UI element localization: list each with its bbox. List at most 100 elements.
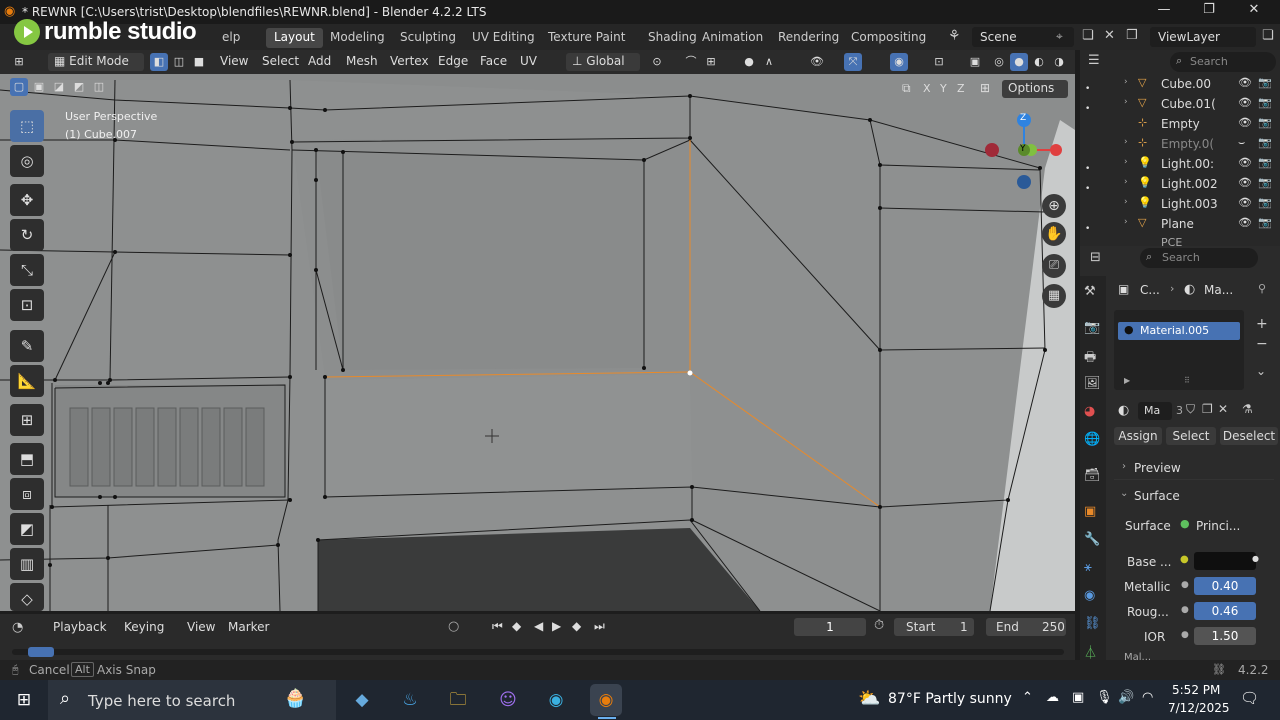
collection-tab-icon[interactable]: 🗃	[1084, 468, 1101, 483]
pan-hand-icon[interactable]: ✋	[1042, 222, 1066, 246]
new-viewlayer-icon[interactable]: ❏	[1262, 28, 1274, 43]
bevel-tool[interactable]: ◩	[10, 513, 44, 545]
mirror-icon[interactable]: ⧉	[902, 81, 911, 96]
copilot-icon[interactable]: ◆	[346, 684, 378, 716]
help-menu[interactable]: elp	[222, 30, 240, 44]
keying-menu[interactable]: Keying	[124, 620, 164, 634]
outliner-row[interactable]: › ▽ Cube.00 👁 📷	[1116, 74, 1278, 94]
expand-arrow-icon[interactable]: ›	[1124, 77, 1128, 87]
weather-text[interactable]: 87°F Partly sunny	[888, 691, 1012, 707]
data-tab-icon[interactable]: ⏃	[1084, 642, 1097, 661]
tab-texture-paint[interactable]: Texture Paint	[540, 28, 633, 48]
transform-tool[interactable]: ⊡	[10, 289, 44, 321]
assign-button[interactable]: Assign	[1114, 427, 1162, 445]
menu-vertex[interactable]: Vertex	[384, 53, 435, 71]
outliner-editor-icon[interactable]: ☰	[1088, 53, 1100, 68]
resize-handle-icon[interactable]: ⠿	[1184, 376, 1190, 385]
scene-tab-icon[interactable]: ◕	[1084, 404, 1095, 419]
axis-y-toggle[interactable]: Y	[940, 82, 947, 95]
ortho-grid-icon[interactable]: ▦	[1042, 284, 1066, 308]
fake-user-icon[interactable]: ⛉	[1186, 402, 1195, 417]
render-camera-icon[interactable]: 📷	[1258, 96, 1272, 109]
rendered-shading-icon[interactable]: ◑	[1050, 53, 1068, 71]
outliner-search[interactable]: ⌕ Search	[1170, 52, 1276, 72]
blender-taskbar-icon[interactable]: ◉	[590, 684, 622, 716]
object-tab-icon[interactable]: ▣	[1084, 504, 1096, 519]
render-camera-icon[interactable]: 📷	[1258, 116, 1272, 129]
extrude-tool[interactable]: ⬒	[10, 443, 44, 475]
jump-start-icon[interactable]: ⏮	[492, 619, 503, 634]
menu-uv[interactable]: UV	[514, 53, 543, 71]
chevron-up-icon[interactable]: ⌃	[1022, 690, 1033, 705]
menu-edge[interactable]: Edge	[432, 53, 474, 71]
falloff-icon[interactable]: ∧	[760, 53, 778, 71]
mic-icon[interactable]: 🎙	[1096, 690, 1113, 705]
material-shading-icon[interactable]: ◐	[1030, 53, 1048, 71]
render-camera-icon[interactable]: 📷	[1258, 136, 1272, 149]
edge-select-icon[interactable]: ◫	[170, 53, 188, 71]
viewlayer-selector[interactable]: ViewLayer	[1150, 27, 1256, 47]
measure-tool[interactable]: 📐	[10, 365, 44, 397]
roughness-field[interactable]: 0.46	[1194, 602, 1256, 620]
preview-panel-header[interactable]: › Preview	[1114, 456, 1274, 480]
menu-mesh[interactable]: Mesh	[340, 53, 384, 71]
camera-view-icon[interactable]: ⎚	[1042, 254, 1066, 278]
tab-sculpting[interactable]: Sculpting	[392, 28, 464, 48]
start-frame-field[interactable]: Start 1	[894, 618, 974, 636]
volume-icon[interactable]: 🔊	[1118, 690, 1134, 705]
tab-layout[interactable]: Layout	[266, 28, 323, 48]
next-keyframe-icon[interactable]: ◆	[572, 619, 581, 633]
move-tool[interactable]: ✥	[10, 184, 44, 216]
material-slot-list[interactable]: ● Material.005 ▶ ⠿	[1114, 310, 1244, 390]
render-camera-icon[interactable]: 📷	[1258, 176, 1272, 189]
minimize-button[interactable]: —	[1150, 2, 1178, 22]
material-slot-item[interactable]: ● Material.005	[1118, 322, 1240, 340]
tab-rendering[interactable]: Rendering	[770, 28, 847, 48]
orientation-selector[interactable]: ⊥ Global	[566, 53, 640, 71]
autokey-icon[interactable]: ○	[448, 619, 459, 634]
material-browse-icon[interactable]: ◐	[1118, 403, 1129, 418]
select-button[interactable]: Select	[1166, 427, 1216, 445]
duplicate-icon[interactable]: ❐	[1202, 402, 1213, 416]
metallic-field[interactable]: 0.40	[1194, 577, 1256, 595]
select-extend-icon[interactable]: ▣	[30, 78, 48, 96]
axis-z-toggle[interactable]: Z	[957, 82, 965, 95]
constraints-tab-icon[interactable]: ⛓	[1084, 616, 1101, 631]
tool-tab-icon[interactable]: ⚒	[1084, 284, 1096, 299]
options-button[interactable]: Options	[1002, 80, 1068, 98]
tab-modeling[interactable]: Modeling	[322, 28, 393, 48]
snap-icon[interactable]: ⌒	[682, 53, 700, 71]
select-box-tool[interactable]: ⬚	[10, 110, 44, 142]
expand-arrow-icon[interactable]: ›	[1124, 197, 1128, 207]
modifier-tab-icon[interactable]: 🔧	[1084, 532, 1100, 547]
timeline-scrubber[interactable]	[12, 647, 1064, 657]
menu-select[interactable]: Select	[256, 53, 305, 71]
clock-time[interactable]: 5:52 PM	[1172, 683, 1220, 697]
render-camera-icon[interactable]: 📷	[1258, 76, 1272, 89]
outliner-row[interactable]: › ⊹ Empty.0(⌣ 📷	[1116, 134, 1278, 154]
notifications-icon[interactable]: 🗨	[1240, 689, 1259, 707]
outliner-row[interactable]: › 💡 Light.003 👁 📷	[1116, 194, 1278, 214]
pin-icon[interactable]: ⚲	[1258, 282, 1266, 295]
select-invert-icon[interactable]: ◩	[70, 78, 88, 96]
particles-tab-icon[interactable]: ⚹	[1084, 560, 1092, 575]
edge-icon[interactable]: ◉	[540, 684, 572, 716]
autosmooth-icon[interactable]: ⊞	[980, 81, 990, 95]
visibility-eye-icon[interactable]: ⌣	[1238, 136, 1245, 150]
zoom-icon[interactable]: ⊕	[1042, 194, 1066, 218]
render-tab-icon[interactable]: 📷	[1084, 320, 1100, 335]
node-filter-icon[interactable]: ⚗	[1242, 402, 1253, 416]
prev-keyframe-icon[interactable]: ◆	[512, 619, 521, 633]
mode-selector[interactable]: ▦ Edit Mode ⌄	[48, 53, 144, 82]
proportional-edit-icon[interactable]: ●	[740, 53, 758, 71]
outliner-row[interactable]: › ▽ Cube.01(👁 📷	[1116, 94, 1278, 114]
outliner-row[interactable]: › 💡 Light.00: 👁 📷	[1116, 154, 1278, 174]
windows-start-icon[interactable]: ⊞	[8, 684, 40, 716]
ior-field[interactable]: 1.50	[1194, 627, 1256, 645]
world-tab-icon[interactable]: 🌐	[1084, 432, 1100, 447]
marker-menu[interactable]: Marker	[228, 620, 269, 634]
outliner-row[interactable]: ⊹ Empty 👁 📷	[1116, 114, 1278, 134]
navigation-gizmo[interactable]: Z Y	[984, 112, 1064, 194]
scene-selector[interactable]: Scene ⌖	[972, 27, 1074, 47]
playhead[interactable]	[28, 647, 54, 657]
